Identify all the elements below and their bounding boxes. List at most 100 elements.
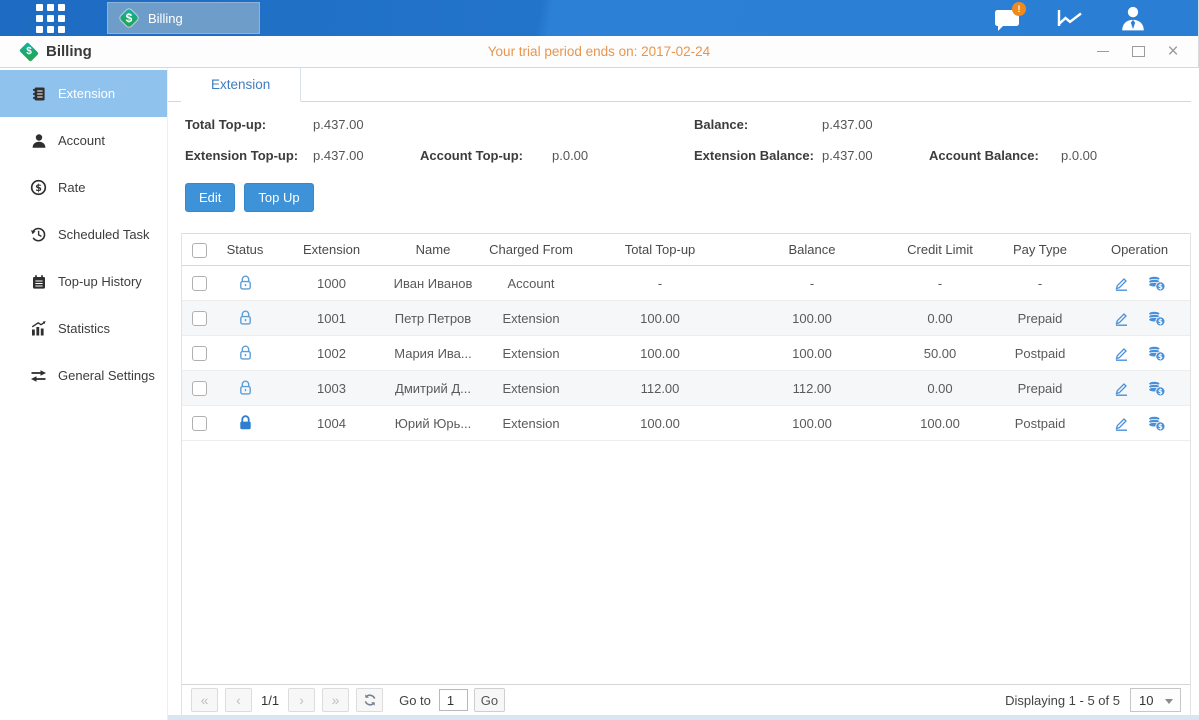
billing-window: Billing !: [0, 0, 1199, 720]
table-row[interactable]: 1002Мария Ива...Extension100.00100.0050.…: [182, 336, 1190, 371]
balance-label: Balance:: [694, 117, 822, 132]
cell-extension: 1001: [274, 301, 389, 336]
account-topup-label: Account Top-up:: [420, 148, 552, 163]
refresh-button[interactable]: [356, 688, 383, 712]
sidebar: Extension Account$Rate Scheduled Task Top-u…: [0, 68, 168, 720]
sidebar-item-statistics[interactable]: Statistics: [0, 305, 167, 352]
top-up-button[interactable]: Top Up: [244, 183, 313, 212]
cell-pay_type: Prepaid: [991, 301, 1089, 336]
cell-extension: 1004: [274, 406, 389, 441]
last-page-button[interactable]: »: [322, 688, 349, 712]
maximize-icon[interactable]: [1131, 45, 1145, 59]
goto-page-input[interactable]: [439, 689, 468, 711]
total-topup-label: Total Top-up:: [185, 117, 313, 132]
topup-row-icon[interactable]: $: [1147, 275, 1166, 292]
minimize-icon[interactable]: [1096, 45, 1110, 59]
row-checkbox[interactable]: [192, 311, 207, 326]
extension-table: StatusExtensionNameCharged FromTotal Top…: [182, 233, 1190, 441]
cell-extension: 1002: [274, 336, 389, 371]
page-size-select[interactable]: 10: [1130, 688, 1181, 712]
edit-button[interactable]: Edit: [185, 183, 235, 212]
sidebar-item-general-settings[interactable]: General Settings: [0, 352, 167, 399]
row-checkbox[interactable]: [192, 346, 207, 361]
account-balance-label: Account Balance:: [929, 148, 1061, 163]
topup-row-icon[interactable]: $: [1147, 415, 1166, 432]
row-checkbox[interactable]: [192, 416, 207, 431]
prev-page-button[interactable]: ‹: [225, 688, 252, 712]
edit-row-icon[interactable]: [1113, 345, 1130, 362]
sidebar-item-rate[interactable]: $Rate: [0, 164, 167, 211]
topup-row-icon[interactable]: $: [1147, 380, 1166, 397]
cell-total_topup: 100.00: [585, 336, 735, 371]
sidebar-item-label: Scheduled Task: [58, 227, 150, 242]
extension-balance-value: p.437.00: [822, 148, 929, 163]
status-unlocked-icon: [237, 309, 254, 327]
cell-pay_type: -: [991, 266, 1089, 301]
status-unlocked-icon: [237, 274, 254, 292]
go-button[interactable]: Go: [474, 688, 505, 712]
tab-strip: Extension: [168, 68, 1191, 102]
tab-extension[interactable]: Extension: [181, 68, 301, 102]
person-icon: [30, 132, 47, 149]
history-clock-icon: [30, 226, 47, 243]
table-row[interactable]: 1001Петр ПетровExtension100.00100.000.00…: [182, 301, 1190, 336]
cell-credit_limit: 100.00: [889, 406, 991, 441]
status-unlocked-icon: [237, 379, 254, 397]
first-page-button[interactable]: «: [191, 688, 218, 712]
column-header: Extension: [274, 234, 389, 266]
svg-text:$: $: [1158, 352, 1163, 360]
table-row[interactable]: 1003Дмитрий Д...Extension112.00112.000.0…: [182, 371, 1190, 406]
ledger-icon: [30, 85, 47, 102]
sidebar-item-scheduled-task[interactable]: Scheduled Task: [0, 211, 167, 258]
column-header: Balance: [735, 234, 889, 266]
sidebar-item-account[interactable]: Account: [0, 117, 167, 164]
extension-topup-value: p.437.00: [313, 148, 420, 163]
topup-row-icon[interactable]: $: [1147, 310, 1166, 327]
cell-extension: 1000: [274, 266, 389, 301]
sidebar-item-label: Extension: [58, 86, 115, 101]
status-unlocked-icon: [237, 344, 254, 362]
next-page-button[interactable]: ›: [288, 688, 315, 712]
row-checkbox[interactable]: [192, 276, 207, 291]
select-all-checkbox[interactable]: [192, 243, 207, 258]
edit-row-icon[interactable]: [1113, 310, 1130, 327]
table-header-row: StatusExtensionNameCharged FromTotal Top…: [182, 234, 1190, 266]
nav-tab-billing[interactable]: Billing: [107, 2, 260, 34]
messages-icon[interactable]: !: [992, 5, 1022, 31]
close-icon[interactable]: ×: [1166, 45, 1180, 59]
cell-total_topup: 112.00: [585, 371, 735, 406]
topup-row-icon[interactable]: $: [1147, 345, 1166, 362]
billing-dollar-icon: [18, 43, 40, 61]
edit-row-icon[interactable]: [1113, 415, 1130, 432]
notification-badge: !: [1012, 2, 1026, 16]
row-checkbox[interactable]: [192, 381, 207, 396]
table-row[interactable]: 1004Юрий Юрь...Extension100.00100.00100.…: [182, 406, 1190, 441]
cell-credit_limit: 50.00: [889, 336, 991, 371]
edit-row-icon[interactable]: [1113, 380, 1130, 397]
total-topup-value: p.437.00: [313, 117, 420, 132]
sidebar-item-topup-history[interactable]: Top-up History: [0, 258, 167, 305]
cell-charged_from: Extension: [477, 406, 585, 441]
resource-monitor-icon[interactable]: [1055, 5, 1085, 31]
cell-balance: 100.00: [735, 301, 889, 336]
nav-tab-label: Billing: [148, 11, 183, 26]
extension-grid: StatusExtensionNameCharged FromTotal Top…: [181, 233, 1191, 715]
billing-dollar-icon: [118, 7, 140, 29]
extension-balance-label: Extension Balance:: [694, 148, 822, 163]
edit-row-icon[interactable]: [1113, 275, 1130, 292]
app-body: Extension Account$Rate Scheduled Task Top-u…: [0, 68, 1198, 720]
column-header: Pay Type: [991, 234, 1089, 266]
svg-text:$: $: [1158, 387, 1163, 395]
account-balance-value: p.0.00: [1061, 148, 1168, 163]
top-navigation-bar: Billing !: [0, 0, 1198, 36]
app-launcher-icon[interactable]: [36, 4, 65, 33]
window-controls: ×: [1096, 45, 1180, 59]
cell-name: Мария Ива...: [389, 336, 477, 371]
cell-total_topup: -: [585, 266, 735, 301]
table-row[interactable]: 1000Иван ИвановAccount----$: [182, 266, 1190, 301]
user-icon[interactable]: [1118, 5, 1148, 31]
svg-text:$: $: [1158, 282, 1163, 290]
extension-table-body: 1000Иван ИвановAccount----$1001Петр Петр…: [182, 266, 1190, 441]
select-all-cell: [182, 234, 216, 266]
sidebar-item-extension[interactable]: Extension: [0, 70, 167, 117]
